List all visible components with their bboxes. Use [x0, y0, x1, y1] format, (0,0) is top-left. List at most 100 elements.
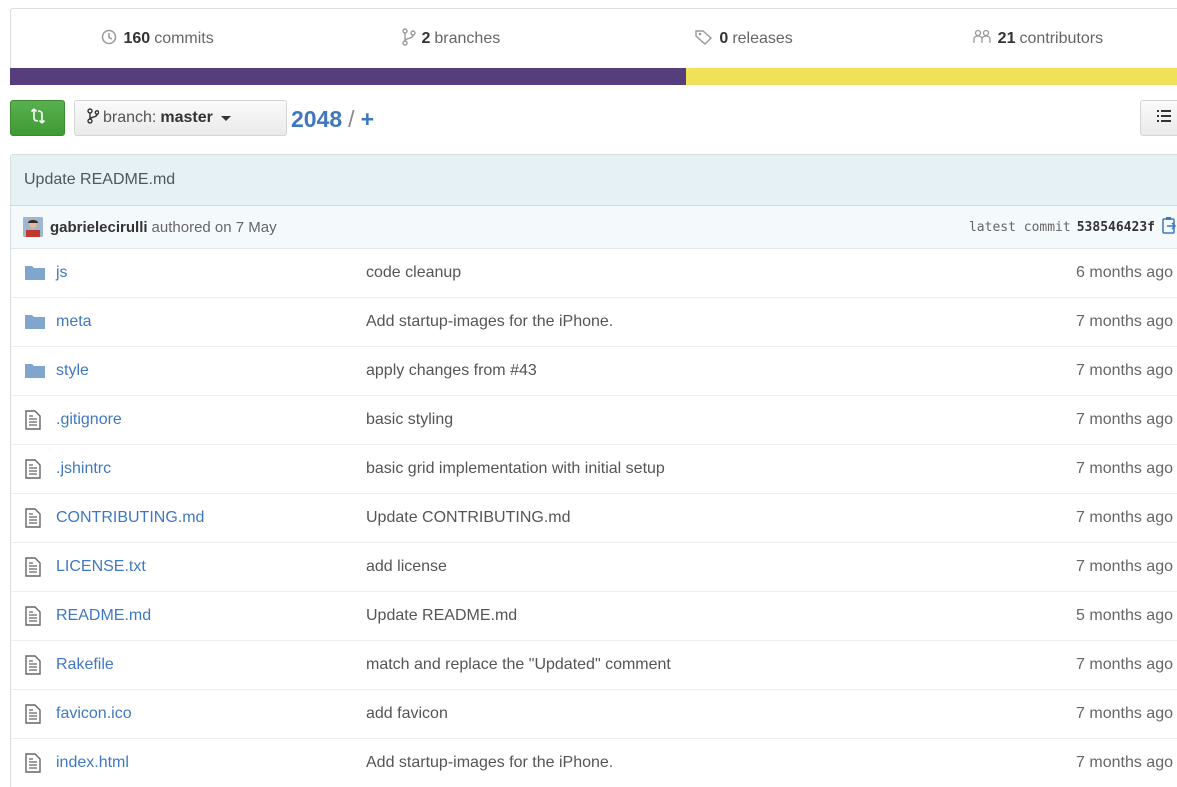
language-bar[interactable]	[10, 68, 1177, 85]
table-row: js code cleanup 6 months ago	[11, 249, 1177, 298]
table-row: README.md Update README.md 5 months ago	[11, 592, 1177, 641]
contributors-stat[interactable]: 21 contributors	[891, 9, 1177, 69]
file-name-link[interactable]: style	[56, 362, 89, 380]
table-row: index.html Add startup-images for the iPh…	[11, 739, 1177, 787]
language-segment[interactable]	[685, 68, 1177, 85]
file-navigation: branch: master 2048 / +	[10, 100, 1177, 138]
list-icon	[1156, 109, 1172, 128]
commits-stat[interactable]: 160 commits	[11, 9, 304, 69]
commit-sha-link[interactable]: 538546423f	[1077, 220, 1155, 235]
file-name-link[interactable]: index.html	[56, 754, 129, 772]
contributors-count: 21	[997, 30, 1016, 47]
branches-label: branches	[434, 30, 501, 47]
commit-age: 7 months ago	[1076, 411, 1173, 428]
commit-message-link[interactable]: Update README.md	[24, 171, 175, 189]
branch-select-button[interactable]: branch: master	[74, 100, 287, 136]
file-name-link[interactable]: .jshintrc	[56, 460, 111, 478]
file-name-link[interactable]: meta	[56, 313, 92, 331]
commit-age: 7 months ago	[1076, 460, 1173, 477]
history-icon	[101, 29, 123, 50]
file-name-link[interactable]: favicon.ico	[56, 705, 132, 723]
commit-age: 7 months ago	[1076, 705, 1173, 722]
commit-age: 5 months ago	[1076, 607, 1173, 624]
commit-message-link[interactable]: basic grid implementation with initial s…	[366, 460, 665, 478]
tree-list-button[interactable]	[1140, 100, 1177, 136]
author-link[interactable]: gabrielecirulli	[50, 219, 148, 236]
table-row: favicon.ico add favicon 7 months ago	[11, 690, 1177, 739]
commit-age: 7 months ago	[1076, 362, 1173, 379]
file-name-link[interactable]: README.md	[56, 607, 151, 625]
commit-age: 7 months ago	[1076, 656, 1173, 673]
caret-down-icon	[220, 115, 231, 121]
commit-message-link[interactable]: Update CONTRIBUTING.md	[366, 509, 570, 527]
file-icon	[25, 606, 45, 626]
file-icon	[25, 410, 45, 430]
file-icon	[25, 508, 45, 528]
file-name-link[interactable]: CONTRIBUTING.md	[56, 509, 204, 527]
file-icon	[25, 655, 45, 675]
breadcrumb: 2048 / +	[291, 102, 374, 136]
new-file-link[interactable]: +	[361, 106, 374, 133]
file-name-link[interactable]: LICENSE.txt	[56, 558, 146, 576]
contributors-label: contributors	[1019, 30, 1104, 47]
branch-label: branch:	[103, 109, 157, 126]
file-icon	[25, 459, 45, 479]
commit-message-link[interactable]: add favicon	[366, 705, 448, 723]
table-row: CONTRIBUTING.md Update CONTRIBUTING.md 7 m…	[11, 494, 1177, 543]
commit-message-link[interactable]: code cleanup	[366, 264, 461, 282]
table-row: LICENSE.txt add license 7 months ago	[11, 543, 1177, 592]
table-row: meta Add startup-images for the iPhone. 7 …	[11, 298, 1177, 347]
file-name-link[interactable]: .gitignore	[56, 411, 122, 429]
file-list: js code cleanup 6 months ago meta Add startu…	[11, 249, 1177, 787]
folder-icon	[25, 361, 45, 381]
table-row: .jshintrc basic grid implementation with …	[11, 445, 1177, 494]
commit-message-link[interactable]: apply changes from #43	[366, 362, 537, 380]
authored-date: authored on 7 May	[151, 218, 277, 236]
avatar[interactable]	[23, 217, 43, 237]
commit-age: 7 months ago	[1076, 313, 1173, 330]
commit-message-link[interactable]: Add startup-images for the iPhone.	[366, 754, 613, 772]
file-name-link[interactable]: js	[56, 264, 68, 282]
commit-age: 6 months ago	[1076, 264, 1173, 281]
table-row: .gitignore basic styling 7 months ago	[11, 396, 1177, 445]
branches-stat[interactable]: 2 branches	[304, 9, 597, 69]
commit-age: 7 months ago	[1076, 754, 1173, 771]
releases-stat[interactable]: 0 releases	[598, 9, 891, 69]
repo-stats: 160 commits 2 branches 0 releases 21 con…	[10, 8, 1177, 70]
path-separator: /	[348, 105, 355, 132]
commit-message-link[interactable]: add license	[366, 558, 447, 576]
clipboard-icon[interactable]	[1161, 216, 1177, 238]
branch-name: master	[160, 109, 213, 126]
commit-message-link[interactable]: Add startup-images for the iPhone.	[366, 313, 613, 331]
branches-count: 2	[421, 30, 431, 47]
language-segment[interactable]	[10, 68, 686, 85]
commit-age: 7 months ago	[1076, 558, 1173, 575]
commit-meta: gabrielecirulli authored on 7 May latest…	[11, 206, 1177, 249]
commits-label: commits	[154, 30, 214, 47]
branch-icon	[401, 27, 422, 51]
table-row: Rakefile match and replace the "Updated" …	[11, 641, 1177, 690]
compare-icon	[29, 107, 47, 130]
file-icon	[25, 753, 45, 773]
file-name-link[interactable]: Rakefile	[56, 656, 114, 674]
latest-commit-label: latest commit	[968, 219, 1071, 235]
tag-icon	[695, 29, 719, 50]
file-table: Update README.md gabrielecirulli authore…	[10, 154, 1177, 787]
organization-icon	[972, 29, 998, 50]
latest-commit: latest commit 538546423f	[969, 206, 1177, 248]
folder-icon	[25, 312, 45, 332]
commit-message-link[interactable]: Update README.md	[366, 607, 517, 625]
releases-count: 0	[719, 30, 729, 47]
repo-root-link[interactable]: 2048	[291, 106, 342, 133]
file-icon	[25, 704, 45, 724]
folder-icon	[25, 263, 45, 283]
releases-label: releases	[732, 30, 793, 47]
commits-count: 160	[123, 30, 151, 47]
commit-age: 7 months ago	[1076, 509, 1173, 526]
commit-message-link[interactable]: basic styling	[366, 411, 453, 429]
file-icon	[25, 557, 45, 577]
branch-icon	[87, 107, 100, 129]
commit-message-link[interactable]: match and replace the "Updated" comment	[366, 656, 671, 674]
compare-button[interactable]	[10, 100, 65, 136]
commit-title: Update README.md	[11, 155, 1177, 206]
